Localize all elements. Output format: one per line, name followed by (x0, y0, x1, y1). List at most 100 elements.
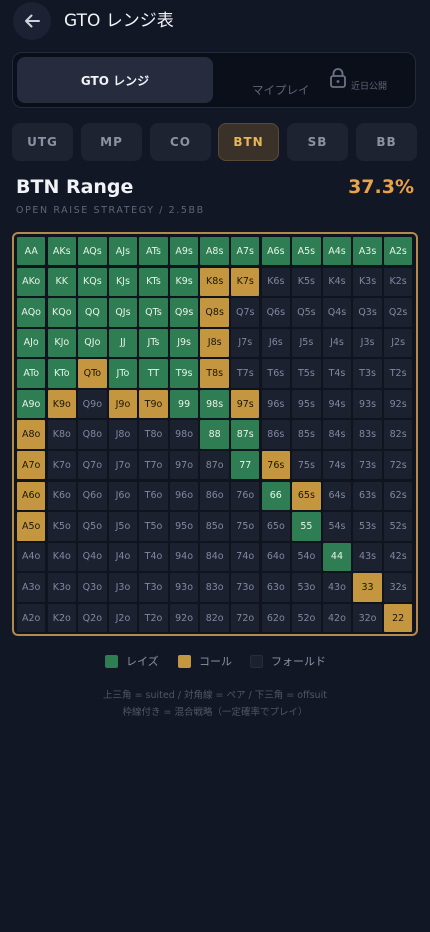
hand-cell[interactable]: A8o (17, 420, 46, 449)
hand-cell[interactable]: K5s (292, 267, 321, 296)
hand-cell[interactable]: A3s (353, 237, 382, 266)
gto-range-tab[interactable]: GTO レンジ (17, 57, 213, 103)
hand-cell[interactable]: J8s (200, 328, 229, 358)
hand-cell[interactable]: 85o (200, 512, 229, 541)
hand-cell[interactable]: A2o (17, 603, 46, 633)
hand-cell[interactable]: Q7o (78, 451, 107, 480)
hand-cell[interactable]: AA (17, 237, 46, 266)
hand-cell[interactable]: Q6o (78, 481, 107, 511)
hand-cell[interactable]: A7s (231, 237, 260, 266)
hand-cell[interactable]: 54o (292, 542, 321, 572)
hand-cell[interactable]: K8s (200, 267, 229, 296)
hand-cell[interactable]: QQ (78, 298, 107, 327)
hand-cell[interactable]: 65o (261, 512, 291, 541)
hand-cell[interactable]: QTo (78, 359, 107, 388)
hand-cell[interactable]: K3o (47, 573, 76, 602)
hand-cell[interactable]: 64s (322, 481, 352, 511)
hand-cell[interactable]: Q5s (292, 298, 321, 327)
hand-cell[interactable]: 77 (231, 451, 260, 480)
hand-cell[interactable]: A6s (261, 237, 291, 266)
hand-cell[interactable]: K4o (47, 542, 76, 572)
hand-cell[interactable]: 64o (261, 542, 291, 572)
hand-cell[interactable]: 85s (292, 420, 321, 449)
hand-cell[interactable]: 53s (353, 512, 382, 541)
hand-cell[interactable]: 63s (353, 481, 382, 511)
hand-cell[interactable]: JJ (108, 328, 138, 358)
hand-cell[interactable]: 72o (231, 603, 260, 633)
hand-cell[interactable]: T2s (383, 359, 413, 388)
hand-cell[interactable]: 86s (261, 420, 291, 449)
hand-cell[interactable]: T9o (139, 389, 168, 419)
hand-cell[interactable]: 55 (292, 512, 321, 541)
hand-cell[interactable]: T8o (139, 420, 168, 449)
hand-cell[interactable]: 43s (353, 542, 382, 572)
hand-cell[interactable]: K5o (47, 512, 76, 541)
hand-cell[interactable]: QTs (139, 298, 168, 327)
hand-cell[interactable]: 96o (169, 481, 199, 511)
hand-cell[interactable]: A7o (17, 451, 46, 480)
hand-cell[interactable]: A5o (17, 512, 46, 541)
hand-cell[interactable]: KQs (78, 267, 107, 296)
hand-cell[interactable]: Q6s (261, 298, 291, 327)
hand-cell[interactable]: TT (139, 359, 168, 388)
hand-cell[interactable]: 66 (261, 481, 291, 511)
hand-cell[interactable]: 87s (231, 420, 260, 449)
hand-cell[interactable]: 88 (200, 420, 229, 449)
hand-cell[interactable]: 74s (322, 451, 352, 480)
back-button[interactable] (13, 2, 51, 40)
hand-cell[interactable]: J5o (108, 512, 138, 541)
hand-cell[interactable]: 53o (292, 573, 321, 602)
hand-cell[interactable]: QJo (78, 328, 107, 358)
hand-cell[interactable]: 22 (383, 603, 413, 633)
tab-utg[interactable]: UTG (12, 123, 73, 161)
hand-cell[interactable]: J7o (108, 451, 138, 480)
hand-cell[interactable]: 76s (261, 451, 291, 480)
hand-cell[interactable]: J9o (108, 389, 138, 419)
my-play-tab[interactable]: マイプレイ 近日公開 (217, 57, 413, 103)
hand-cell[interactable]: 73o (231, 573, 260, 602)
hand-cell[interactable]: T4o (139, 542, 168, 572)
tab-bb[interactable]: BB (356, 123, 417, 161)
tab-btn[interactable]: BTN (218, 123, 279, 161)
hand-cell[interactable]: J8o (108, 420, 138, 449)
hand-cell[interactable]: 33 (353, 573, 382, 602)
hand-cell[interactable]: Q2s (383, 298, 413, 327)
hand-cell[interactable]: Q3s (353, 298, 382, 327)
hand-cell[interactable]: 94s (322, 389, 352, 419)
hand-cell[interactable]: 97o (169, 451, 199, 480)
hand-cell[interactable]: J7s (231, 328, 260, 358)
hand-cell[interactable]: K7o (47, 451, 76, 480)
hand-cell[interactable]: KJo (47, 328, 76, 358)
hand-cell[interactable]: A4o (17, 542, 46, 572)
hand-cell[interactable]: 93s (353, 389, 382, 419)
hand-cell[interactable]: Q7s (231, 298, 260, 327)
hand-cell[interactable]: AJs (108, 237, 138, 266)
hand-cell[interactable]: 63o (261, 573, 291, 602)
tab-co[interactable]: CO (150, 123, 211, 161)
hand-cell[interactable]: A4s (322, 237, 352, 266)
hand-cell[interactable]: Q5o (78, 512, 107, 541)
hand-cell[interactable]: Q3o (78, 573, 107, 602)
hand-cell[interactable]: KJs (108, 267, 138, 296)
hand-cell[interactable]: 52o (292, 603, 321, 633)
hand-cell[interactable]: 32s (383, 573, 413, 602)
hand-cell[interactable]: J9s (169, 328, 199, 358)
hand-cell[interactable]: 87o (200, 451, 229, 480)
hand-cell[interactable]: 73s (353, 451, 382, 480)
hand-cell[interactable]: J4o (108, 542, 138, 572)
hand-cell[interactable]: KTo (47, 359, 76, 388)
hand-cell[interactable]: A3o (17, 573, 46, 602)
hand-cell[interactable]: 94o (169, 542, 199, 572)
hand-cell[interactable]: J3s (353, 328, 382, 358)
hand-cell[interactable]: K2o (47, 603, 76, 633)
hand-cell[interactable]: A9o (17, 389, 46, 419)
hand-cell[interactable]: ATs (139, 237, 168, 266)
hand-cell[interactable]: 95s (292, 389, 321, 419)
hand-cell[interactable]: K9s (169, 267, 199, 296)
hand-cell[interactable]: 98s (200, 389, 229, 419)
tab-mp[interactable]: MP (81, 123, 142, 161)
hand-cell[interactable]: JTs (139, 328, 168, 358)
hand-cell[interactable]: 99 (169, 389, 199, 419)
hand-cell[interactable]: 44 (322, 542, 352, 572)
hand-cell[interactable]: J6s (261, 328, 291, 358)
